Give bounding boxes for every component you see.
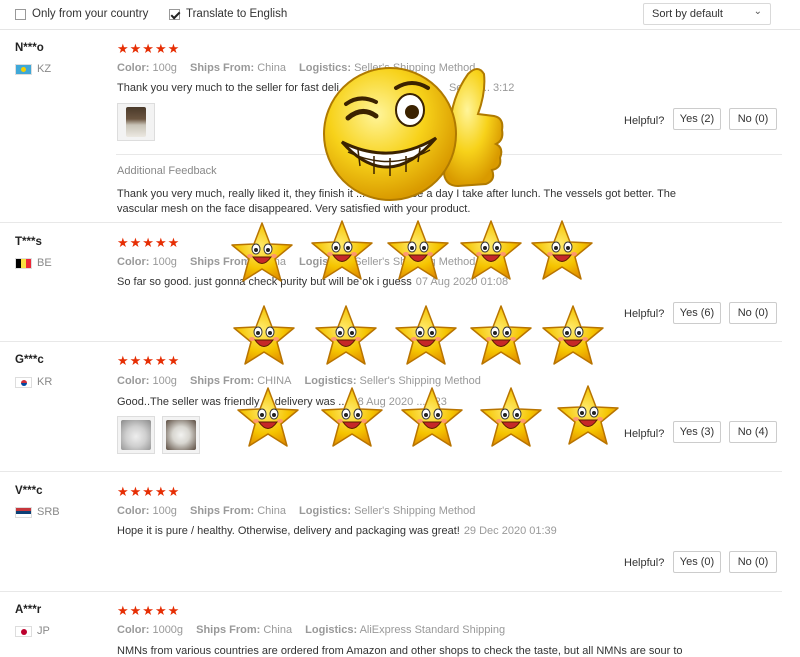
smiley-star-icon bbox=[460, 220, 522, 280]
smiley-star-icon bbox=[315, 305, 377, 365]
helpful-label: Helpful? bbox=[624, 115, 665, 127]
helpful-no-button[interactable]: No (4) bbox=[729, 421, 777, 443]
helpful-yes-button[interactable]: Yes (0) bbox=[673, 551, 721, 573]
divider bbox=[116, 154, 782, 155]
smiley-star-icon bbox=[401, 387, 463, 447]
smiley-star-icon bbox=[480, 387, 542, 447]
helpful-yes-button[interactable]: Yes (2) bbox=[673, 108, 721, 130]
helpful-no-button[interactable]: No (0) bbox=[729, 302, 777, 324]
rating-stars: ★★★★★ bbox=[117, 603, 181, 618]
flag-kr-icon bbox=[15, 376, 32, 388]
helpful-yes-button[interactable]: Yes (3) bbox=[673, 421, 721, 443]
review-photo[interactable] bbox=[162, 416, 200, 454]
rating-stars: ★★★★★ bbox=[117, 484, 181, 499]
rating-stars: ★★★★★ bbox=[117, 41, 181, 56]
helpful-label: Helpful? bbox=[624, 557, 665, 569]
smiley-star-icon bbox=[470, 305, 532, 365]
smiley-star-icon bbox=[321, 387, 383, 447]
additional-feedback-label: Additional Feedback bbox=[117, 165, 217, 177]
additional-feedback-text: Thank you very much, really liked it, th… bbox=[117, 188, 677, 215]
smiley-star-icon bbox=[231, 222, 293, 282]
checkbox-unchecked-icon[interactable] bbox=[15, 8, 26, 20]
reviewer-country: KR bbox=[15, 376, 52, 388]
rating-stars: ★★★★★ bbox=[117, 235, 181, 250]
chevron-down-icon: ⌄ bbox=[753, 6, 762, 17]
smiley-star-icon bbox=[311, 220, 373, 280]
filter-bar: Only from your country Translate to Engl… bbox=[0, 0, 800, 30]
smiley-star-icon bbox=[233, 305, 295, 365]
checkbox-checked-icon[interactable] bbox=[169, 8, 180, 20]
smiley-star-icon bbox=[387, 220, 449, 280]
smiley-star-icon bbox=[531, 220, 593, 280]
reviewer-country: SRB bbox=[15, 506, 60, 518]
reviewer-name: V***c bbox=[15, 485, 43, 497]
review-meta: Color: 100g Ships From: China Logistics:… bbox=[117, 505, 476, 517]
review-meta: Color: 100g Ships From: China Logistics:… bbox=[117, 62, 476, 74]
smiley-star-icon bbox=[542, 305, 604, 365]
review-date: Sep 2 ... 3:12 bbox=[448, 82, 515, 94]
sort-select-value: Sort by default bbox=[652, 8, 723, 20]
sort-select[interactable]: Sort by default ⌄ bbox=[643, 3, 771, 25]
smiley-star-icon bbox=[237, 387, 299, 447]
reviewer-name: T***s bbox=[15, 236, 42, 248]
reviewer-name: N***o bbox=[15, 42, 44, 54]
review-text: NMNs from various countries are ordered … bbox=[117, 645, 683, 657]
review-text: Thank you very much to the seller for fa… bbox=[117, 82, 515, 94]
review-photo[interactable] bbox=[117, 416, 155, 454]
reviewer-country: KZ bbox=[15, 63, 51, 75]
rating-stars: ★★★★★ bbox=[117, 353, 181, 368]
reviewer-name: A***r bbox=[15, 604, 42, 616]
helpful-no-button[interactable]: No (0) bbox=[729, 108, 777, 130]
review-divider bbox=[0, 471, 782, 472]
translate-checkbox[interactable]: Translate to English bbox=[169, 8, 287, 20]
review-date: 29 Dec 2020 01:39 bbox=[463, 525, 557, 537]
helpful-yes-button[interactable]: Yes (6) bbox=[673, 302, 721, 324]
review-text: Hope it is pure / healthy. Otherwise, de… bbox=[117, 525, 557, 537]
review-divider bbox=[0, 591, 782, 592]
review-divider bbox=[0, 341, 782, 342]
helpful-label: Helpful? bbox=[624, 308, 665, 320]
flag-be-icon bbox=[15, 257, 32, 269]
smiley-star-icon bbox=[557, 385, 619, 445]
only-country-label: Only from your country bbox=[32, 8, 149, 20]
reviewer-country: JP bbox=[15, 625, 50, 637]
reviewer-country: BE bbox=[15, 257, 52, 269]
review-meta: Color: 1000g Ships From: China Logistics… bbox=[117, 624, 506, 636]
translate-label: Translate to English bbox=[186, 8, 288, 20]
flag-srb-icon bbox=[15, 506, 32, 518]
reviewer-name: G***c bbox=[15, 354, 44, 366]
flag-kz-icon bbox=[15, 63, 32, 75]
helpful-label: Helpful? bbox=[624, 428, 665, 440]
helpful-no-button[interactable]: No (0) bbox=[729, 551, 777, 573]
only-country-checkbox[interactable]: Only from your country bbox=[15, 8, 148, 20]
smiley-star-icon bbox=[395, 305, 457, 365]
review-photo[interactable] bbox=[117, 103, 155, 141]
flag-jp-icon bbox=[15, 625, 32, 637]
